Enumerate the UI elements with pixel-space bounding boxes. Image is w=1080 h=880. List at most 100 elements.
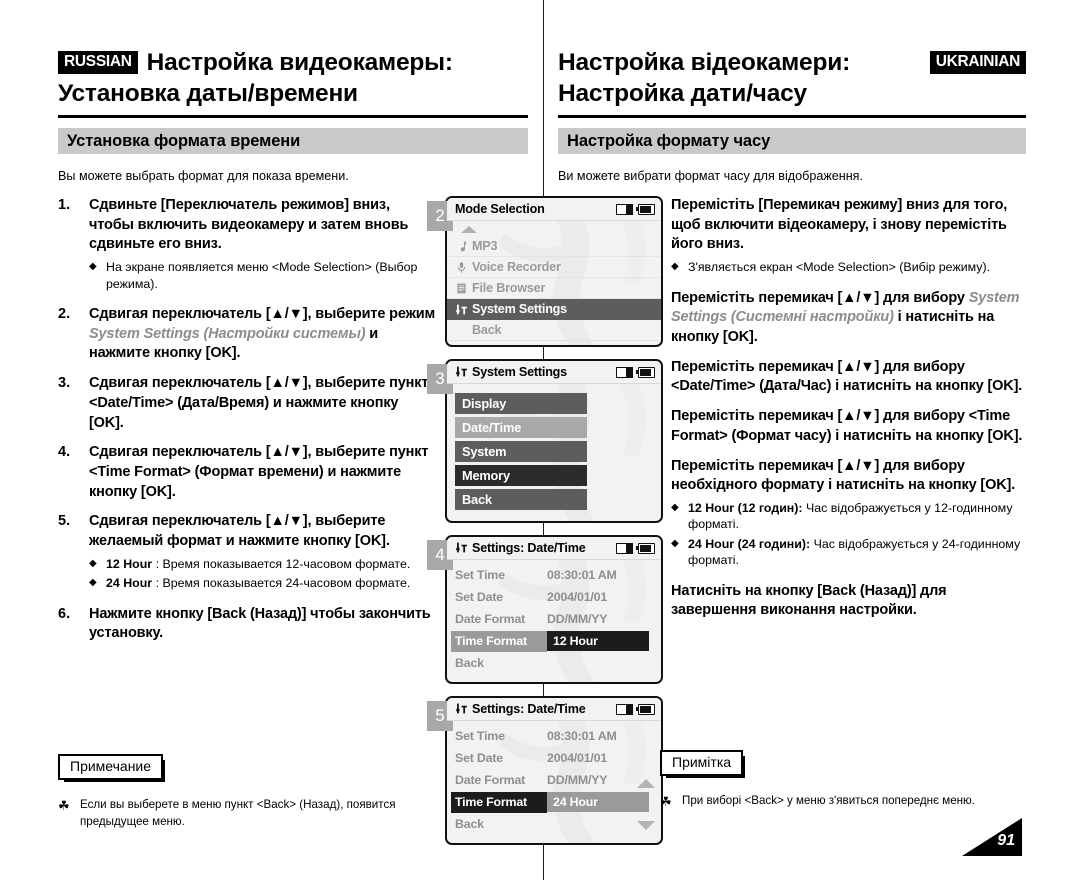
note-bullet-icon: ☘ — [58, 798, 70, 814]
lcd-setting-value: 2004/01/01 — [547, 590, 608, 604]
ukrainian-title-line1: Настройка відеокамери: — [558, 49, 851, 76]
lcd-setting-row[interactable]: Set Date 2004/01/01 — [447, 586, 661, 608]
lcd-menu-button[interactable]: System — [455, 441, 587, 462]
scroll-down-arrow-icon[interactable] — [637, 821, 655, 830]
lcd-screenshot: 5 Settings: Date/Time Set Time 08:30:01 AM S… — [427, 696, 663, 845]
step-text: Перемістіть [Перемикач режиму] вниз для … — [671, 197, 1008, 253]
step-text: Перемістіть перемикач [▲/▼] для вибору <… — [671, 358, 1023, 395]
bullet-item: ◆ 12 Hour : Время показывается 12-часовом… — [89, 556, 436, 572]
lcd-menu-item[interactable]: Back — [447, 320, 661, 341]
ukrainian-header-rule — [558, 115, 1026, 118]
russian-section-title: Установка формата времени — [67, 131, 301, 150]
lcd-setting-row[interactable]: Date Format DD/MM/YY — [447, 769, 661, 791]
step-number: 3. — [58, 375, 71, 392]
instruction-step: 5. Сдвигая переключатель [▲/▼], выберите … — [58, 512, 436, 594]
note-bullet-icon: ☘ — [660, 794, 672, 810]
step-body: Сдвигая переключатель [▲/▼], выберите ре… — [89, 305, 436, 364]
battery-icon — [635, 366, 655, 378]
ukrainian-header: Настройка відеокамери: UKRAINIAN Настрой… — [558, 47, 1026, 110]
step-bullets: ◆ З'являється екран <Mode Selection> (Виб… — [671, 259, 1028, 275]
lcd-body: Set Time 08:30:01 AM Set Date 2004/01/01 Dat… — [447, 560, 661, 682]
lcd-menu-item-label: File Browser — [472, 281, 546, 295]
russian-steps: 1. Сдвиньте [Переключатель режимов] вниз,… — [58, 196, 436, 654]
diamond-bullet-icon: ◆ — [671, 502, 679, 513]
ukrainian-section-bar: Настройка формату часу — [558, 128, 1026, 154]
step-number: 4. — [58, 444, 71, 461]
lcd-setting-value: DD/MM/YY — [547, 612, 608, 626]
ukrainian-intro: Ви можете вибрати формат часу для відобр… — [558, 169, 863, 183]
page-number-badge: 91 — [962, 818, 1022, 856]
memory-card-icon — [616, 366, 633, 378]
microphone-icon — [455, 261, 472, 274]
russian-section-bar: Установка формата времени — [58, 128, 528, 154]
lcd-setting-value: 24 Hour — [547, 792, 655, 812]
lcd-setting-label: Set Date — [455, 751, 503, 765]
lcd-body: Display Date/Time System Memory Back — [447, 384, 661, 521]
lcd-menu-item[interactable]: System Settings — [447, 299, 661, 320]
lcd-setting-value: 2004/01/01 — [547, 751, 608, 765]
lcd-menu-button[interactable]: Date/Time — [455, 417, 587, 438]
lcd-frame: Settings: Date/Time Set Time 08:30:01 AM Se… — [445, 535, 663, 684]
diamond-bullet-icon: ◆ — [671, 537, 679, 549]
language-tag-russian: RUSSIAN — [58, 51, 138, 75]
lcd-setting-row[interactable]: Set Time 08:30:01 AM — [447, 725, 661, 747]
instruction-step: 6.Натисніть на кнопку [Back (Назад)] для… — [640, 582, 1028, 621]
lcd-setting-label: Time Format — [451, 630, 547, 652]
lcd-menu-button[interactable]: Back — [455, 489, 587, 510]
lcd-selected-value: 12 Hour — [547, 631, 649, 651]
step-text: Сдвигая переключатель [▲/▼], выберите пу… — [89, 375, 429, 431]
step-bullets: ◆ 12 Hour (12 годин): Час відображується … — [671, 500, 1028, 569]
instruction-step: 4. Сдвигая переключатель [▲/▼], выберите … — [58, 443, 436, 502]
russian-header: RUSSIAN Настройка видеокамеры: Установка… — [58, 47, 528, 110]
lcd-body: MP3 Voice Recorder File Browser System Sett… — [447, 221, 661, 345]
instruction-step: 2.Перемістіть перемикач [▲/▼] для вибору… — [640, 289, 1028, 348]
lcd-selected-value: 24 Hour — [547, 792, 649, 812]
step-text: Перемістіть перемикач [▲/▼] для вибору S… — [671, 289, 1020, 345]
instruction-step: 3. Сдвигая переключатель [▲/▼], выберите … — [58, 374, 436, 433]
step-body: Сдвигая переключатель [▲/▼], выберите же… — [89, 512, 436, 594]
lcd-setting-row[interactable]: Date Format DD/MM/YY — [447, 608, 661, 630]
lcd-title-text: Mode Selection — [455, 202, 545, 216]
lcd-setting-row[interactable]: Back — [447, 652, 661, 674]
bullet-item: ◆ 24 Hour : Время показывается 24-часовом… — [89, 575, 436, 591]
lcd-menu-item-label: Voice Recorder — [472, 260, 561, 274]
step-body: Перемістіть перемикач [▲/▼] для вибору S… — [671, 289, 1028, 348]
step-body: Сдвиньте [Переключатель режимов] вниз, ч… — [89, 196, 436, 295]
scroll-up-arrow-icon[interactable] — [447, 223, 661, 236]
lcd-menu-item[interactable]: File Browser — [447, 278, 661, 299]
step-bullets: ◆ 12 Hour : Время показывается 12-часовом… — [89, 556, 436, 592]
lcd-menu-item[interactable]: MP3 — [447, 236, 661, 257]
lcd-setting-row[interactable]: Back — [447, 813, 661, 835]
instruction-step: 2. Сдвигая переключатель [▲/▼], выберите … — [58, 305, 436, 364]
step-number: 6. — [58, 605, 71, 622]
bullet-text: На экране появляется меню <Mode Selectio… — [106, 260, 418, 291]
lcd-menu-item[interactable]: Voice Recorder — [447, 257, 661, 278]
lcd-setting-label: Back — [455, 656, 484, 670]
settings-icon — [455, 702, 468, 715]
lcd-setting-value: 12 Hour — [547, 631, 655, 651]
lcd-menu-button[interactable]: Memory — [455, 465, 587, 486]
diamond-bullet-icon: ◆ — [671, 261, 679, 273]
step-body: Сдвигая переключатель [▲/▼], выберите пу… — [89, 374, 436, 433]
lcd-setting-row[interactable]: Set Date 2004/01/01 — [447, 747, 661, 769]
lcd-setting-row[interactable]: Time Format 24 Hour — [447, 791, 661, 813]
russian-note-text: Если вы выберете в меню пункт <Back> (На… — [80, 798, 396, 829]
lcd-status-icons — [616, 366, 655, 378]
lcd-screenshot: 3 System Settings Display Date/Time System Me… — [427, 359, 663, 523]
scroll-up-arrow-icon[interactable] — [637, 779, 655, 788]
lcd-setting-value: 08:30:01 AM — [547, 729, 617, 743]
bullet-text: 12 Hour (12 годин): Час відображується у… — [688, 501, 1013, 532]
bullet-term: 24 Hour (24 години): — [688, 536, 811, 551]
bullet-text: З'являється екран <Mode Selection> (Вибі… — [688, 260, 991, 275]
step-body: Перемістіть перемикач [▲/▼] для вибору н… — [671, 457, 1028, 572]
step-text: Сдвигая переключатель [▲/▼], выберите пу… — [89, 444, 429, 500]
lcd-setting-row[interactable]: Set Time 08:30:01 AM — [447, 564, 661, 586]
lcd-menu-button[interactable]: Display — [455, 393, 587, 414]
battery-icon — [635, 542, 655, 554]
step-number: 5. — [58, 513, 71, 530]
step-number: 1. — [58, 197, 71, 213]
lcd-menu-button-label: Back — [462, 492, 492, 507]
lcd-setting-row[interactable]: Time Format 12 Hour — [447, 630, 661, 652]
manual-page: RUSSIAN Настройка видеокамеры: Установка… — [0, 0, 1080, 880]
bullet-term: 12 Hour (12 годин): — [688, 501, 803, 515]
